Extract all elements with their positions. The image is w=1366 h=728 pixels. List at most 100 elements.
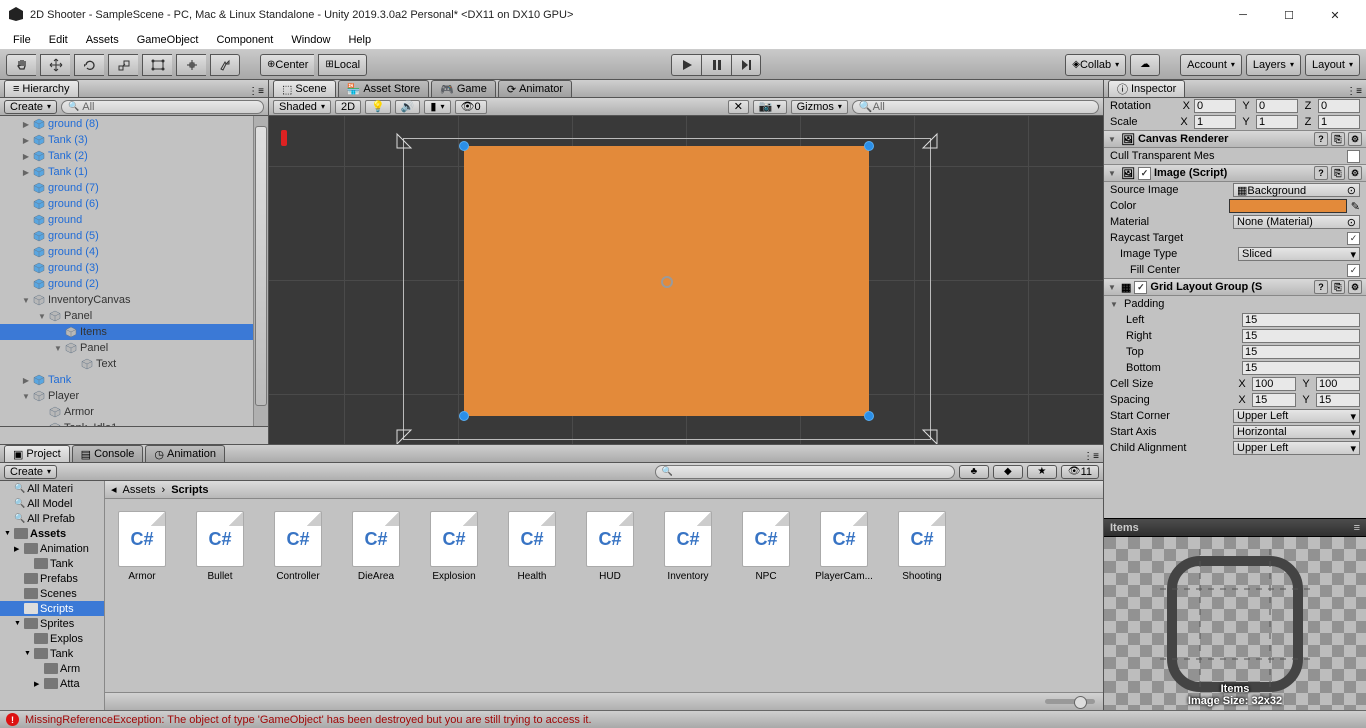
project-file-grid[interactable]: C#Armor C#Bullet C#Controller C#DieArea C#Ex… <box>105 499 1103 692</box>
hierarchy-create-dropdown[interactable]: Create <box>4 100 57 114</box>
tab-animator[interactable]: ⟳ Animator <box>498 80 572 97</box>
material-field[interactable]: None (Material)⊙ <box>1233 215 1360 229</box>
project-file[interactable]: C#DieArea <box>351 511 401 582</box>
spacing-x-field[interactable]: 15 <box>1252 393 1296 407</box>
project-panel-menu[interactable]: ⋮≡ <box>1083 451 1099 462</box>
tab-asset-store[interactable]: 🏪 Asset Store <box>338 80 430 97</box>
hierarchy-item[interactable]: ground (4) <box>0 244 268 260</box>
rotate-tool-button[interactable] <box>74 54 104 76</box>
hierarchy-item[interactable]: ▶Tank (2) <box>0 148 268 164</box>
project-tree-item[interactable]: 🔍All Prefab <box>0 511 104 526</box>
component-image[interactable]: ▼🖼✓ Image (Script) ?⎘⚙ <box>1104 164 1366 182</box>
project-file[interactable]: C#Armor <box>117 511 167 582</box>
status-bar[interactable]: ! MissingReferenceException: The object … <box>0 710 1366 728</box>
pivot-local-button[interactable]: ⊞ Local <box>318 54 367 76</box>
project-file[interactable]: C#Explosion <box>429 511 479 582</box>
pivot-indicator[interactable] <box>661 276 673 288</box>
rect-handle-tl[interactable] <box>459 141 469 151</box>
maximize-button[interactable]: ☐ <box>1266 0 1312 30</box>
hierarchy-item[interactable]: ▶Tank (3) <box>0 132 268 148</box>
hierarchy-item[interactable]: ground (5) <box>0 228 268 244</box>
start-corner-dropdown[interactable]: Upper Left▾ <box>1233 409 1360 423</box>
scale-tool-button[interactable] <box>108 54 138 76</box>
padding-right-field[interactable]: 15 <box>1242 329 1360 343</box>
hierarchy-item[interactable]: ground <box>0 212 268 228</box>
help-icon[interactable]: ? <box>1314 132 1328 146</box>
hierarchy-item[interactable]: Tank_Idle1 <box>0 420 268 426</box>
padding-top-field[interactable]: 15 <box>1242 345 1360 359</box>
scale-x-field[interactable]: 1 <box>1194 115 1236 129</box>
menu-component[interactable]: Component <box>209 33 280 47</box>
pause-button[interactable] <box>701 54 731 76</box>
gear-icon[interactable]: ⚙ <box>1348 132 1362 146</box>
hierarchy-item[interactable]: ▶ground (8) <box>0 116 268 132</box>
child-alignment-dropdown[interactable]: Upper Left▾ <box>1233 441 1360 455</box>
hierarchy-item[interactable]: ▼Player <box>0 388 268 404</box>
cellsize-y-field[interactable]: 100 <box>1316 377 1360 391</box>
hierarchy-item[interactable]: Text <box>0 356 268 372</box>
project-tree-item[interactable]: ▶Animation <box>0 541 104 556</box>
hierarchy-item[interactable]: ▼Panel <box>0 340 268 356</box>
source-image-field[interactable]: ▦Background⊙ <box>1233 183 1360 197</box>
padding-bottom-field[interactable]: 15 <box>1242 361 1360 375</box>
menu-window[interactable]: Window <box>284 33 337 47</box>
scale-y-field[interactable]: 1 <box>1256 115 1298 129</box>
raycast-checkbox[interactable]: ✓ <box>1347 232 1360 245</box>
pivot-center-button[interactable]: ⊕ Center <box>260 54 314 76</box>
eyedropper-icon[interactable]: ✎ <box>1351 200 1360 213</box>
rect-handle-tr[interactable] <box>864 141 874 151</box>
scene-2d-toggle[interactable]: 2D <box>335 100 361 114</box>
start-axis-dropdown[interactable]: Horizontal▾ <box>1233 425 1360 439</box>
project-tree-item[interactable]: ▼Tank <box>0 646 104 661</box>
menu-assets[interactable]: Assets <box>79 33 126 47</box>
project-tree-item[interactable]: 🔍All Materi <box>0 481 104 496</box>
hierarchy-item[interactable]: ground (6) <box>0 196 268 212</box>
hierarchy-scrollbar[interactable] <box>253 116 268 426</box>
cellsize-x-field[interactable]: 100 <box>1252 377 1296 391</box>
tab-project[interactable]: ▣ Project <box>4 445 70 462</box>
layers-dropdown[interactable]: Layers <box>1246 54 1301 76</box>
transform-tool-button[interactable] <box>176 54 206 76</box>
hierarchy-item[interactable]: ▼InventoryCanvas <box>0 292 268 308</box>
menu-gameobject[interactable]: GameObject <box>130 33 206 47</box>
scene-grid-toggle[interactable]: ✕ <box>728 100 749 114</box>
move-tool-button[interactable] <box>40 54 70 76</box>
project-file[interactable]: C#Inventory <box>663 511 713 582</box>
project-file[interactable]: C#PlayerCam... <box>819 511 869 582</box>
layout-dropdown[interactable]: Layout <box>1305 54 1360 76</box>
project-tree-item[interactable]: ▶Atta <box>0 676 104 691</box>
hierarchy-item[interactable]: ▶Tank <box>0 372 268 388</box>
hierarchy-search-input[interactable]: All <box>61 100 264 114</box>
project-tree-item[interactable]: ▼Sprites <box>0 616 104 631</box>
project-tree-item[interactable]: 🔍All Model <box>0 496 104 511</box>
project-filter-type[interactable]: ◆ <box>993 465 1023 479</box>
rect-handle-bl[interactable] <box>459 411 469 421</box>
preview-menu-icon[interactable]: ≡ <box>1354 522 1360 534</box>
inspector-panel-menu[interactable]: ⋮≡ <box>1346 86 1362 97</box>
hierarchy-item[interactable]: ground (2) <box>0 276 268 292</box>
spacing-y-field[interactable]: 15 <box>1316 393 1360 407</box>
project-tree-item[interactable]: ▼Assets <box>0 526 104 541</box>
account-dropdown[interactable]: Account <box>1180 54 1242 76</box>
padding-left-field[interactable]: 15 <box>1242 313 1360 327</box>
tab-inspector[interactable]: ⓘ Inspector <box>1108 80 1185 97</box>
close-button[interactable]: ✕ <box>1312 0 1358 30</box>
scene-camera-dropdown[interactable]: 📷 <box>753 100 787 114</box>
tab-hierarchy[interactable]: ≡ Hierarchy <box>4 80 79 97</box>
project-tree-item[interactable]: Scripts <box>0 601 104 616</box>
project-file[interactable]: C#Controller <box>273 511 323 582</box>
fill-center-checkbox[interactable]: ✓ <box>1347 264 1360 277</box>
project-file[interactable]: C#Bullet <box>195 511 245 582</box>
shading-mode-dropdown[interactable]: Shaded <box>273 100 331 114</box>
gizmos-dropdown[interactable]: Gizmos <box>791 100 848 114</box>
hierarchy-item[interactable]: ▼Panel <box>0 308 268 324</box>
scene-hidden-toggle[interactable]: 👁 0 <box>455 100 487 114</box>
scene-fx-dropdown[interactable]: ▮ <box>424 100 450 114</box>
project-hidden-toggle[interactable]: 👁11 <box>1061 465 1099 479</box>
tab-animation[interactable]: ◷ Animation <box>145 445 225 462</box>
menu-help[interactable]: Help <box>341 33 378 47</box>
cull-checkbox[interactable] <box>1347 150 1360 163</box>
play-button[interactable] <box>671 54 701 76</box>
hierarchy-item[interactable]: Items <box>0 324 268 340</box>
preset-icon[interactable]: ⎘ <box>1331 132 1345 146</box>
